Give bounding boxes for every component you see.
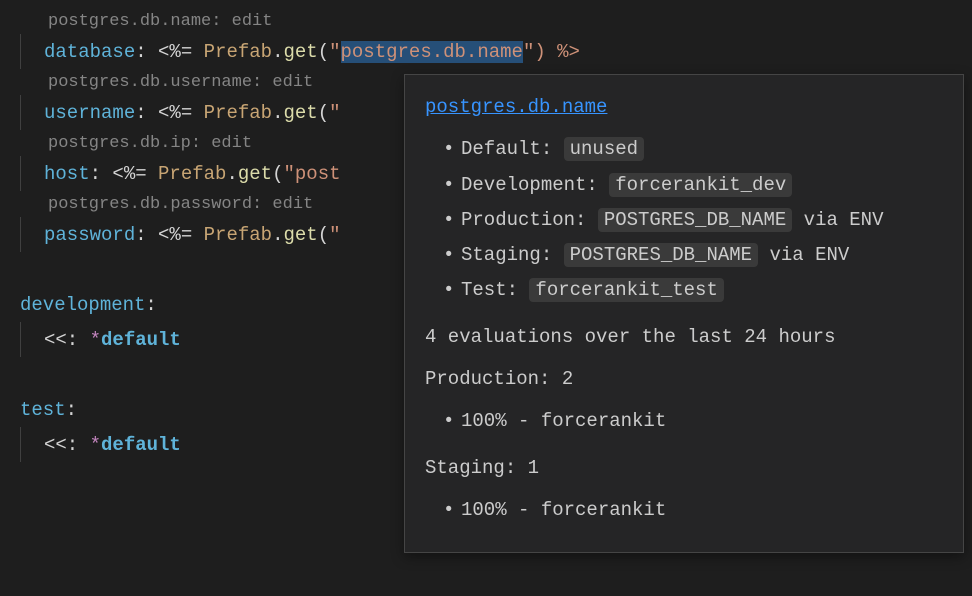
tooltip-staging-list: 100% - forcerankit bbox=[425, 494, 943, 526]
tooltip-staging-header: Staging: 1 bbox=[425, 452, 943, 484]
config-value: POSTGRES_DB_NAME bbox=[598, 208, 792, 232]
highlighted-arg: postgres.db.name bbox=[341, 41, 523, 63]
yaml-key: password bbox=[44, 224, 135, 246]
tooltip-production-header: Production: 2 bbox=[425, 363, 943, 395]
tooltip-stat-item: 100% - forcerankit bbox=[443, 405, 943, 437]
tooltip-summary: 4 evaluations over the last 24 hours bbox=[425, 321, 943, 353]
tooltip-value-item: Development: forcerankit_dev bbox=[443, 169, 943, 201]
hover-tooltip: postgres.db.name Default: unused Develop… bbox=[404, 74, 964, 553]
tooltip-value-item: Staging: POSTGRES_DB_NAME via ENV bbox=[443, 239, 943, 271]
tooltip-title-link[interactable]: postgres.db.name bbox=[425, 91, 943, 123]
yaml-section: test bbox=[20, 399, 66, 421]
tooltip-production-list: 100% - forcerankit bbox=[425, 405, 943, 437]
tooltip-value-item: Default: unused bbox=[443, 133, 943, 165]
tooltip-value-item: Test: forcerankit_test bbox=[443, 274, 943, 306]
config-value: unused bbox=[564, 137, 644, 161]
yaml-key: host bbox=[44, 163, 90, 185]
tooltip-stat-item: 100% - forcerankit bbox=[443, 494, 943, 526]
config-value: forcerankit_dev bbox=[609, 173, 792, 197]
yaml-section: development bbox=[20, 294, 145, 316]
code-line[interactable]: database: <%= Prefab.get("postgres.db.na… bbox=[0, 34, 972, 69]
yaml-key: username bbox=[44, 102, 135, 124]
codelens-hint[interactable]: postgres.db.name: edit bbox=[0, 8, 972, 34]
tooltip-values-list: Default: unused Development: forcerankit… bbox=[425, 133, 943, 306]
config-value: forcerankit_test bbox=[529, 278, 723, 302]
tooltip-value-item: Production: POSTGRES_DB_NAME via ENV bbox=[443, 204, 943, 236]
yaml-key: database bbox=[44, 41, 135, 63]
config-value: POSTGRES_DB_NAME bbox=[564, 243, 758, 267]
